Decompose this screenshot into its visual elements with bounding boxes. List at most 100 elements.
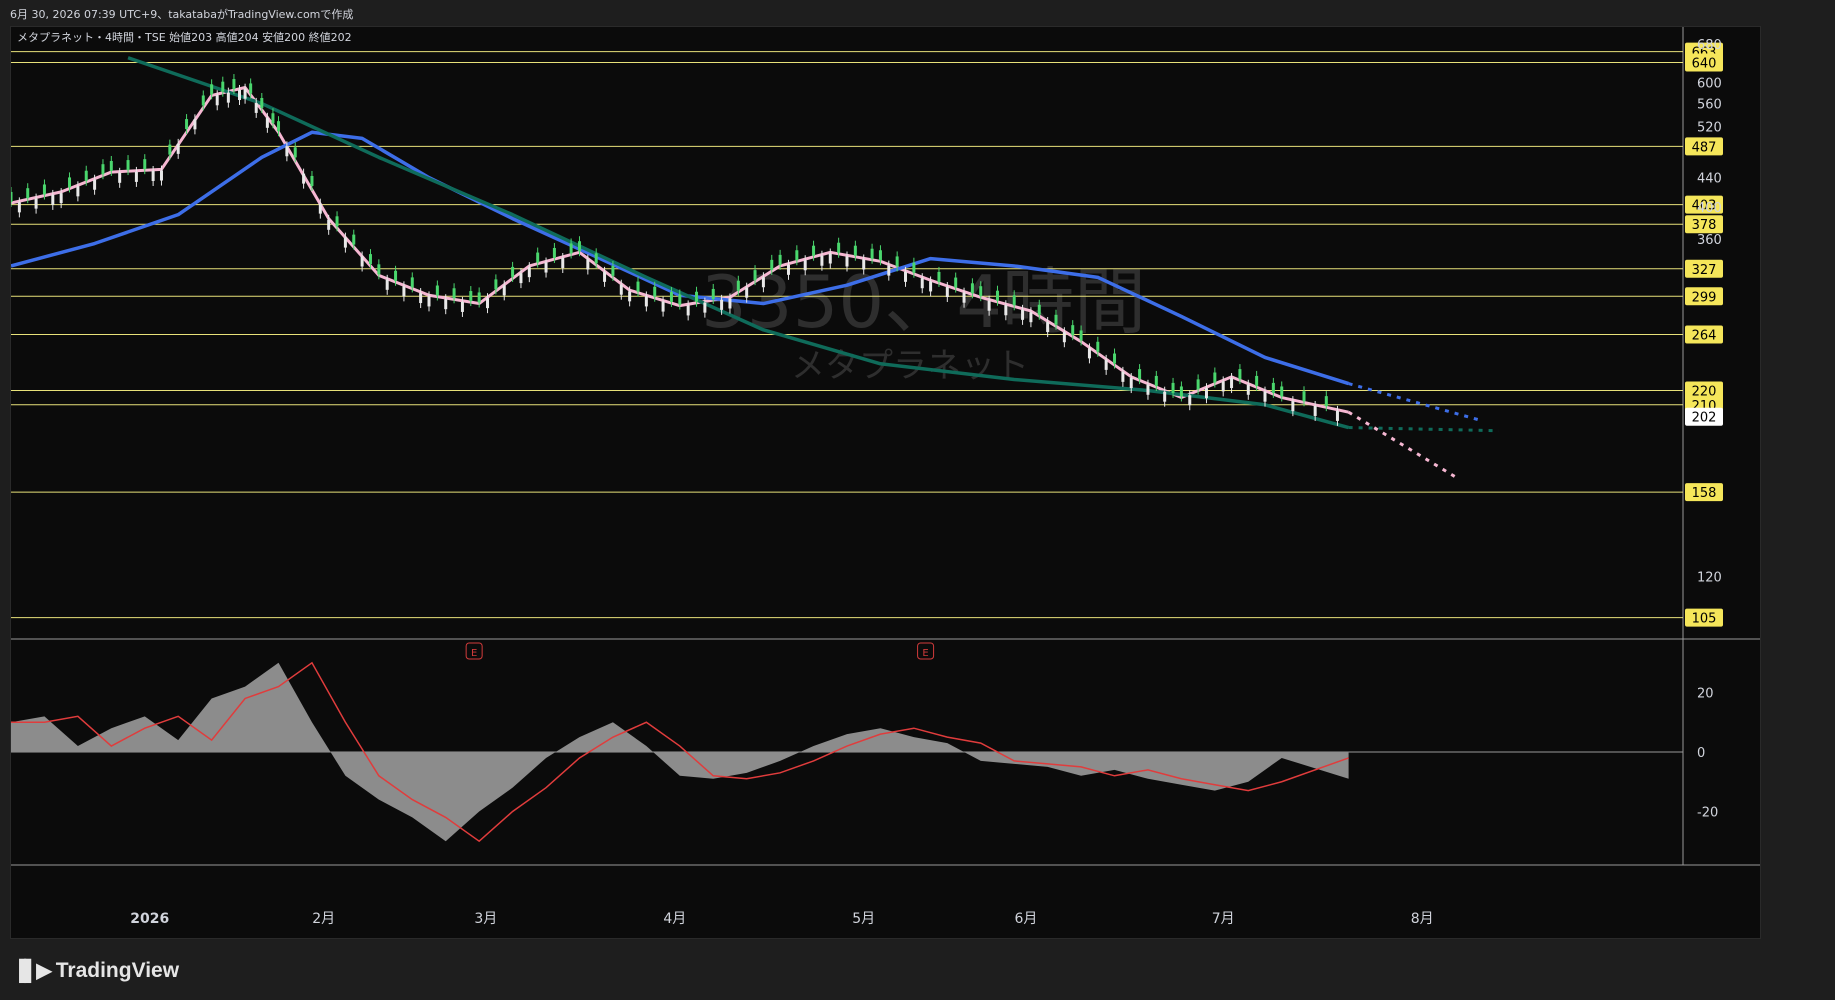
candle-body <box>310 175 314 186</box>
candle-body <box>1271 382 1275 393</box>
candle-body <box>929 281 933 292</box>
tradingview-brand[interactable]: ▐▌▶ TradingView <box>12 958 179 983</box>
candle-body <box>327 219 331 230</box>
candle-body <box>552 247 556 258</box>
candle-body <box>11 191 13 202</box>
candle-body <box>954 277 958 288</box>
candle-body <box>1171 382 1175 393</box>
candle-body <box>486 298 490 309</box>
candle-body <box>1280 386 1284 397</box>
candle-body <box>1154 375 1158 386</box>
candle-body <box>377 264 381 275</box>
candle-body <box>1046 322 1050 333</box>
candle-body <box>210 84 214 95</box>
candle-body <box>352 234 356 245</box>
candle-body <box>76 186 80 197</box>
candle-body <box>636 281 640 292</box>
chart-background <box>11 27 1760 938</box>
candle-body <box>42 184 46 195</box>
candle-body <box>215 95 219 106</box>
time-axis-tick: 2026 <box>130 911 169 927</box>
candle-body <box>118 172 122 183</box>
candle-body <box>904 271 908 282</box>
candle-body <box>34 198 38 209</box>
candle-body <box>920 278 924 289</box>
candle-body <box>243 88 247 99</box>
candle-body <box>611 265 615 276</box>
candle-body <box>368 254 372 265</box>
candle-body <box>1096 341 1100 352</box>
price-level-label: 640 <box>1692 57 1717 72</box>
candle-body <box>1071 325 1075 336</box>
candle-body <box>59 193 63 204</box>
time-axis-tick: 7月 <box>1212 911 1235 927</box>
candle-body <box>134 171 138 182</box>
chart-area[interactable]: 3350、4時間 メタプラネット メタプラネット・4時間・TSE 始値203 高値2… <box>10 26 1761 939</box>
candle-body <box>1029 312 1033 323</box>
candle-body <box>126 160 130 171</box>
candle-body <box>254 102 258 113</box>
candle-body <box>820 255 824 266</box>
candle-body <box>678 294 682 305</box>
candle-body <box>360 256 364 267</box>
candle-body <box>226 92 230 103</box>
candle-body <box>385 279 389 290</box>
candle-body <box>945 287 949 298</box>
candle-body <box>1113 353 1117 364</box>
candle-body <box>452 288 456 299</box>
candle-body <box>159 170 163 181</box>
price-axis-tick: 520 <box>1697 120 1722 135</box>
candle-body <box>285 146 289 157</box>
candle-body <box>427 296 431 307</box>
candle-body <box>109 160 113 171</box>
candle-body <box>1021 309 1025 320</box>
candle-body <box>335 216 339 227</box>
candle-body <box>895 256 899 267</box>
candle-body <box>795 250 799 261</box>
candle-body <box>17 202 21 213</box>
candle-body <box>435 285 439 296</box>
time-axis-tick: 6月 <box>1014 911 1037 927</box>
candle-body <box>494 279 498 290</box>
candle-body <box>293 147 297 158</box>
price-chart-svg[interactable]: 3350、4時間メタプラネットメタプラネット・4時間・TSE 始値203 高値2… <box>11 27 1760 938</box>
time-axis-tick: 2月 <box>312 911 335 927</box>
candle-body <box>912 262 916 273</box>
candle-body <box>1163 391 1167 402</box>
candle-body <box>1146 384 1150 395</box>
candle-body <box>477 292 481 303</box>
candle-body <box>1129 378 1133 389</box>
candle-body <box>753 270 757 281</box>
candle-body <box>193 119 197 130</box>
candle-body <box>561 257 565 268</box>
candle-body <box>1291 401 1295 412</box>
price-axis-tick: 400 <box>1697 201 1722 216</box>
candle-body <box>143 159 147 170</box>
candle-body <box>176 143 180 154</box>
candle-body <box>745 287 749 298</box>
candle-body <box>803 260 807 271</box>
candle-body <box>586 259 590 270</box>
candle-body <box>770 259 774 270</box>
candle-body <box>1004 305 1008 316</box>
candle-body <box>201 95 205 106</box>
candle-body <box>778 254 782 265</box>
candle-body <box>318 203 322 214</box>
candle-body <box>419 293 423 304</box>
candle-body <box>544 262 548 273</box>
earnings-marker-label: E <box>471 648 477 659</box>
candle-body <box>1238 369 1242 380</box>
candle-body <box>402 286 406 297</box>
candle-body <box>151 170 155 181</box>
candle-body <box>761 277 765 288</box>
candle-body <box>695 291 699 302</box>
candle-body <box>302 173 306 184</box>
candle-body <box>837 242 841 253</box>
candle-body <box>51 194 55 205</box>
candle-body <box>1324 396 1328 407</box>
candle-body <box>1230 378 1234 389</box>
price-axis-tick: 680 <box>1697 38 1722 53</box>
candle-body <box>68 177 72 188</box>
brand-name: TradingView <box>55 958 180 982</box>
candle-body <box>962 292 966 303</box>
